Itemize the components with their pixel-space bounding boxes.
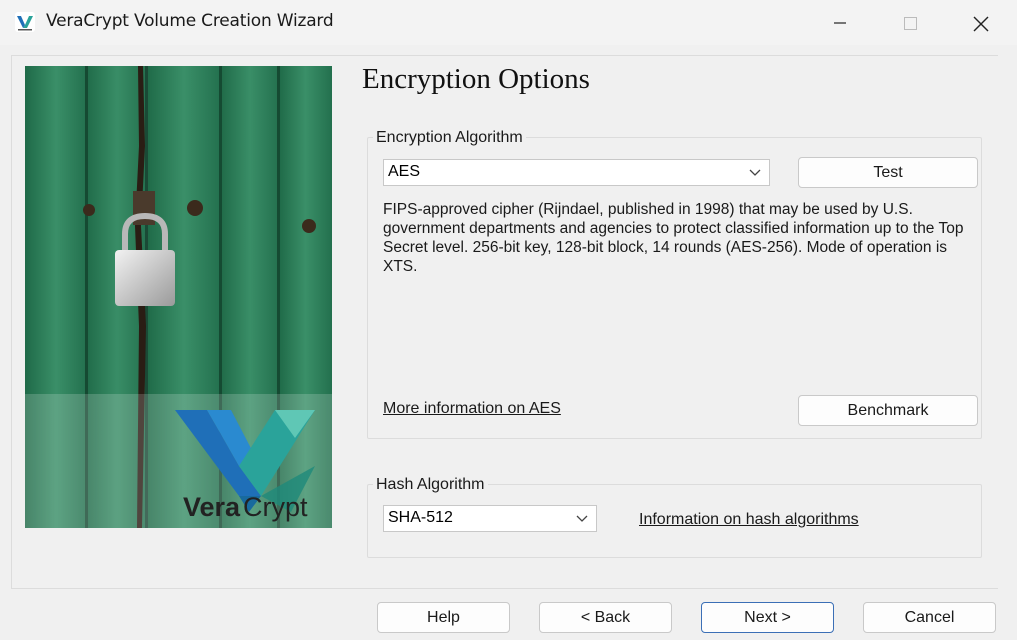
close-icon <box>973 16 989 32</box>
help-button[interactable]: Help <box>377 602 510 633</box>
wizard-side-image: Vera Crypt <box>25 66 332 528</box>
maximize-button[interactable] <box>875 0 945 45</box>
close-button[interactable] <box>945 0 1015 45</box>
logo-text-vera: Vera <box>183 492 241 522</box>
encryption-algorithm-select[interactable]: AES <box>383 159 770 186</box>
chevron-down-icon <box>576 515 588 522</box>
maximize-icon <box>904 17 917 30</box>
hash-algorithm-value: SHA-512 <box>388 509 453 526</box>
logo-text-crypt: Crypt <box>243 492 308 522</box>
minimize-icon <box>834 22 846 24</box>
more-info-aes-link[interactable]: More information on AES <box>383 400 561 418</box>
hash-algorithm-label: Hash Algorithm <box>373 476 488 494</box>
hash-algorithm-select[interactable]: SHA-512 <box>383 505 597 532</box>
window-title: VeraCrypt Volume Creation Wizard <box>46 11 334 31</box>
title-bar: VeraCrypt Volume Creation Wizard <box>0 0 1017 45</box>
encryption-algorithm-value: AES <box>388 163 421 180</box>
page-title: Encryption Options <box>362 63 590 95</box>
hash-info-link[interactable]: Information on hash algorithms <box>639 511 859 529</box>
veracrypt-app-icon[interactable] <box>15 12 35 32</box>
chevron-down-icon <box>749 169 761 176</box>
cancel-button[interactable]: Cancel <box>863 602 996 633</box>
benchmark-button[interactable]: Benchmark <box>798 395 978 426</box>
algorithm-description: FIPS-approved cipher (Rijndael, publishe… <box>383 201 964 275</box>
back-button[interactable]: < Back <box>539 602 672 633</box>
test-button[interactable]: Test <box>798 157 978 188</box>
encryption-algorithm-label: Encryption Algorithm <box>373 129 526 147</box>
minimize-button[interactable] <box>805 0 875 45</box>
next-button[interactable]: Next > <box>701 602 834 633</box>
